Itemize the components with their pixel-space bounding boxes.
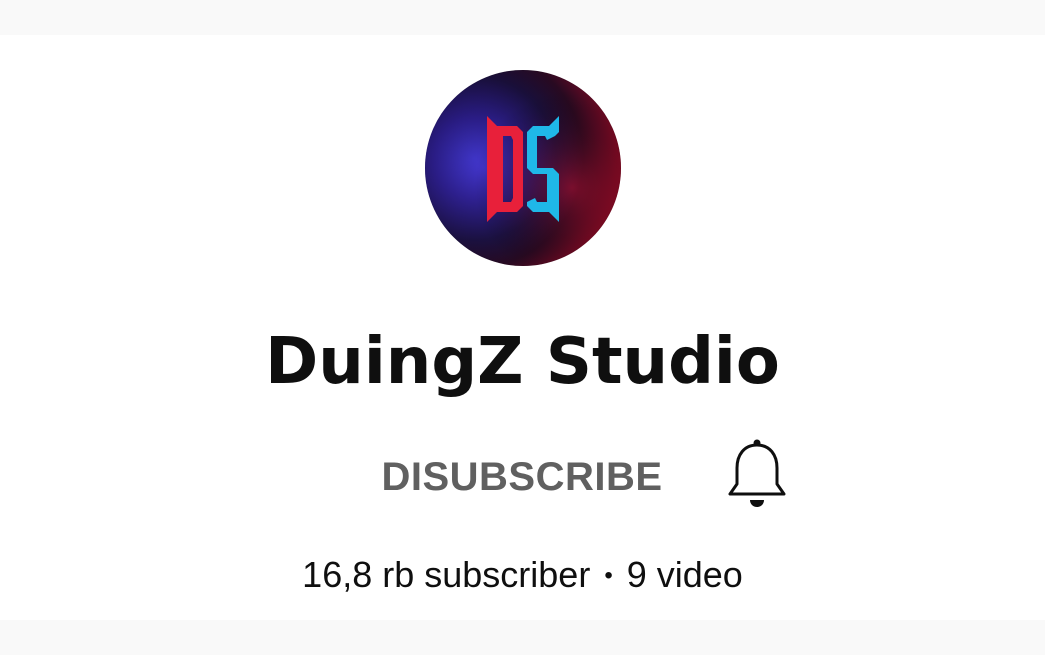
ds-logo-icon (425, 70, 621, 266)
subscriber-count: 16,8 rb subscriber (302, 554, 591, 595)
channel-avatar[interactable] (425, 70, 621, 266)
bottom-band (0, 620, 1045, 655)
stats-separator: • (604, 562, 613, 589)
bell-icon (728, 439, 786, 507)
channel-stats: 16,8 rb subscriber • 9 video (0, 550, 1045, 601)
notification-bell-button[interactable] (718, 432, 796, 518)
video-count: 9 video (626, 554, 743, 595)
top-band (0, 0, 1045, 35)
channel-name: DuingZ Studio (265, 325, 780, 399)
subscribe-button[interactable]: DISUBSCRIBE (352, 444, 692, 510)
